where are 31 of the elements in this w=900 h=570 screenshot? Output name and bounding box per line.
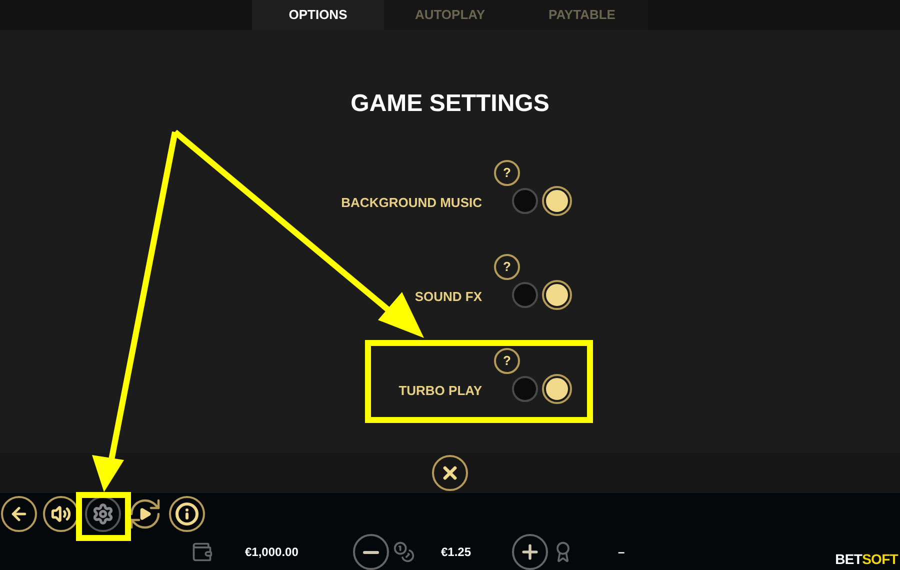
- setting-label: TURBO PLAY: [398, 382, 482, 400]
- minus-icon: [363, 550, 379, 554]
- bet-value: €1.25: [441, 544, 472, 561]
- settings-icon: [92, 503, 114, 525]
- help-button[interactable]: ?: [494, 254, 520, 280]
- info-icon: [175, 502, 199, 526]
- coins-icon: [393, 541, 415, 563]
- toggle-switch[interactable]: [512, 282, 570, 308]
- increase-bet-button[interactable]: [512, 534, 548, 570]
- highlight-frame: [76, 492, 131, 541]
- plus-icon: [519, 541, 541, 563]
- toggle-switch[interactable]: [512, 376, 570, 402]
- settings-button[interactable]: [85, 496, 121, 532]
- balance-value: €1,000.00: [245, 544, 300, 561]
- tab[interactable]: OPTIONS: [252, 0, 384, 30]
- close-button[interactable]: [432, 455, 468, 492]
- toggle-switch[interactable]: [512, 188, 570, 214]
- play-icon: [138, 507, 152, 521]
- panel-title: GAME SETTINGS: [350, 89, 550, 119]
- decrease-bet-button[interactable]: [353, 534, 389, 570]
- win-value: –: [618, 544, 625, 561]
- setting-label: SOUND FX: [414, 288, 482, 306]
- help-button[interactable]: ?: [494, 160, 520, 186]
- logo: BETSOFT: [835, 550, 898, 568]
- wallet-icon: [191, 541, 213, 563]
- help-button[interactable]: ?: [494, 348, 520, 374]
- sound-button[interactable]: [43, 496, 79, 532]
- back-button[interactable]: [1, 496, 37, 532]
- setting-label: BACKGROUND MUSIC: [341, 194, 482, 212]
- speaker-icon: [51, 504, 71, 524]
- info-button[interactable]: [169, 496, 205, 532]
